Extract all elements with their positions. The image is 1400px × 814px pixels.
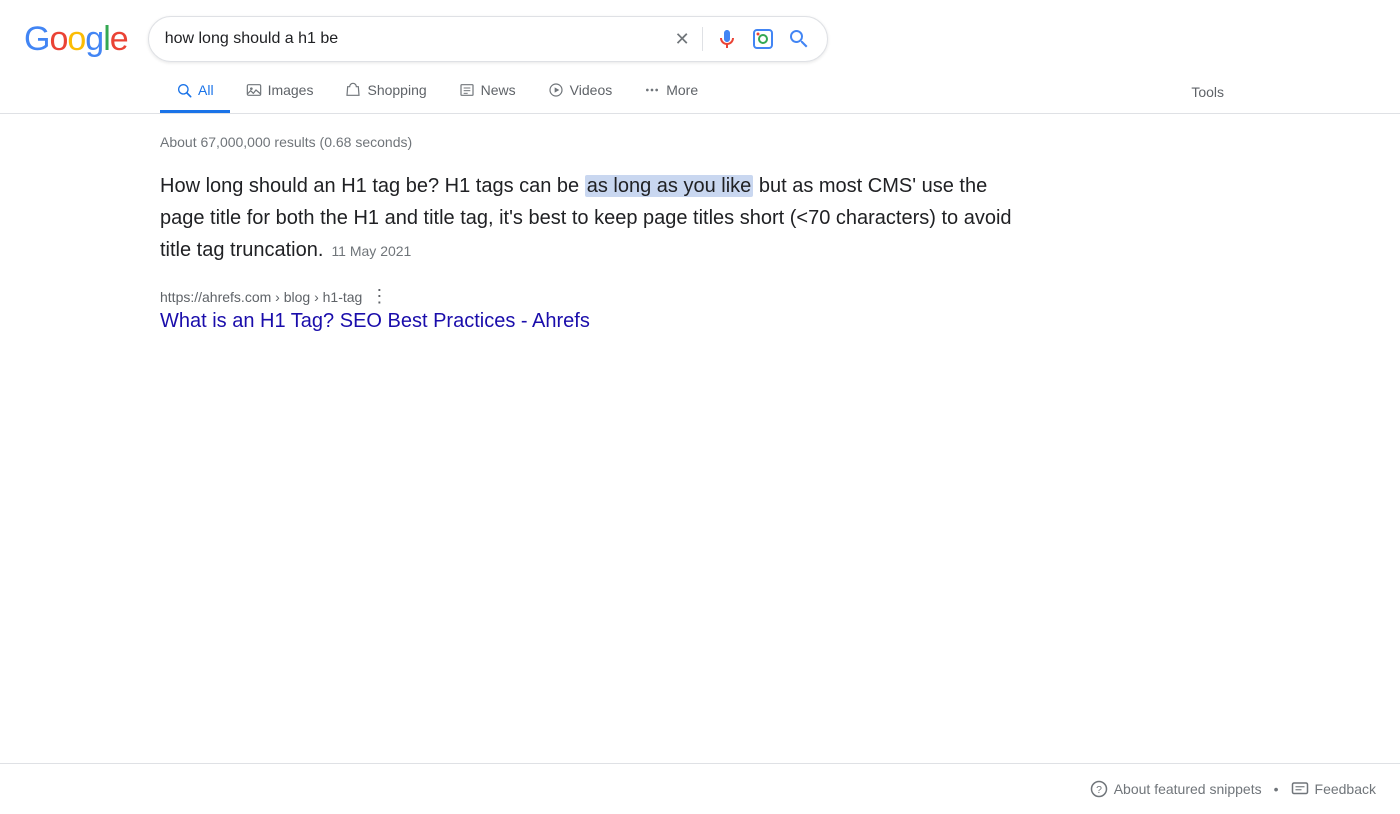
logo-letter-g: G bbox=[24, 20, 49, 58]
tab-videos-label: Videos bbox=[570, 82, 613, 98]
footer-separator: • bbox=[1274, 781, 1279, 797]
tab-more-label: More bbox=[666, 82, 698, 98]
about-snippets-item[interactable]: ? About featured snippets bbox=[1090, 780, 1262, 798]
snippet-highlight: as long as you like bbox=[585, 175, 754, 197]
videos-icon bbox=[548, 82, 564, 98]
header: Google ✕ bbox=[0, 0, 1400, 62]
result-url: https://ahrefs.com › blog › h1-tag ⋮ bbox=[160, 286, 1240, 307]
more-dots-icon bbox=[644, 82, 660, 98]
snippet-date: 11 May 2021 bbox=[331, 243, 411, 259]
search-divider bbox=[702, 27, 703, 51]
news-icon bbox=[459, 82, 475, 98]
tools-label: Tools bbox=[1191, 84, 1224, 100]
tab-all[interactable]: All bbox=[160, 70, 230, 113]
results-container: About 67,000,000 results (0.68 seconds) … bbox=[0, 114, 1400, 335]
tab-images[interactable]: Images bbox=[230, 70, 330, 113]
shopping-icon bbox=[345, 82, 361, 98]
feedback-label: Feedback bbox=[1315, 781, 1376, 797]
about-snippets-label: About featured snippets bbox=[1114, 781, 1262, 797]
tab-more[interactable]: More bbox=[628, 70, 714, 113]
tab-all-label: All bbox=[198, 82, 214, 98]
nav-tabs: All Images Shopping News Videos bbox=[0, 70, 1400, 114]
snippet-text-before: How long should an H1 tag be? H1 tags ca… bbox=[160, 175, 585, 197]
search-icons: ✕ bbox=[675, 27, 811, 51]
feedback-icon bbox=[1291, 780, 1309, 798]
tab-news[interactable]: News bbox=[443, 70, 532, 113]
feedback-item[interactable]: Feedback bbox=[1291, 780, 1376, 798]
question-icon: ? bbox=[1090, 780, 1108, 798]
google-logo[interactable]: Google bbox=[24, 20, 128, 59]
search-icon[interactable] bbox=[787, 27, 811, 51]
footer-bar: ? About featured snippets • Feedback bbox=[0, 763, 1400, 814]
logo-letter-o2: o bbox=[67, 20, 85, 58]
result-breadcrumb: https://ahrefs.com › blog › h1-tag bbox=[160, 289, 362, 305]
logo-letter-g2: g bbox=[85, 20, 103, 58]
search-bar: ✕ bbox=[148, 16, 828, 62]
tab-shopping[interactable]: Shopping bbox=[329, 70, 442, 113]
svg-text:?: ? bbox=[1096, 784, 1102, 796]
tab-news-label: News bbox=[481, 82, 516, 98]
lens-icon[interactable] bbox=[751, 27, 775, 51]
all-icon bbox=[176, 82, 192, 98]
featured-snippet: How long should an H1 tag be? H1 tags ca… bbox=[160, 170, 1020, 266]
result-title[interactable]: What is an H1 Tag? SEO Best Practices - … bbox=[160, 310, 590, 332]
search-input[interactable] bbox=[165, 30, 665, 48]
results-count: About 67,000,000 results (0.68 seconds) bbox=[160, 134, 1240, 150]
logo-letter-e: e bbox=[110, 20, 128, 58]
clear-icon[interactable]: ✕ bbox=[675, 29, 690, 50]
images-icon bbox=[246, 82, 262, 98]
result-options-icon[interactable]: ⋮ bbox=[370, 286, 388, 307]
tab-videos[interactable]: Videos bbox=[532, 70, 629, 113]
mic-icon[interactable] bbox=[715, 27, 739, 51]
logo-letter-o1: o bbox=[49, 20, 67, 58]
snippet-text: How long should an H1 tag be? H1 tags ca… bbox=[160, 170, 1020, 266]
tools-button[interactable]: Tools bbox=[1175, 72, 1240, 112]
tab-shopping-label: Shopping bbox=[367, 82, 426, 98]
tab-images-label: Images bbox=[268, 82, 314, 98]
